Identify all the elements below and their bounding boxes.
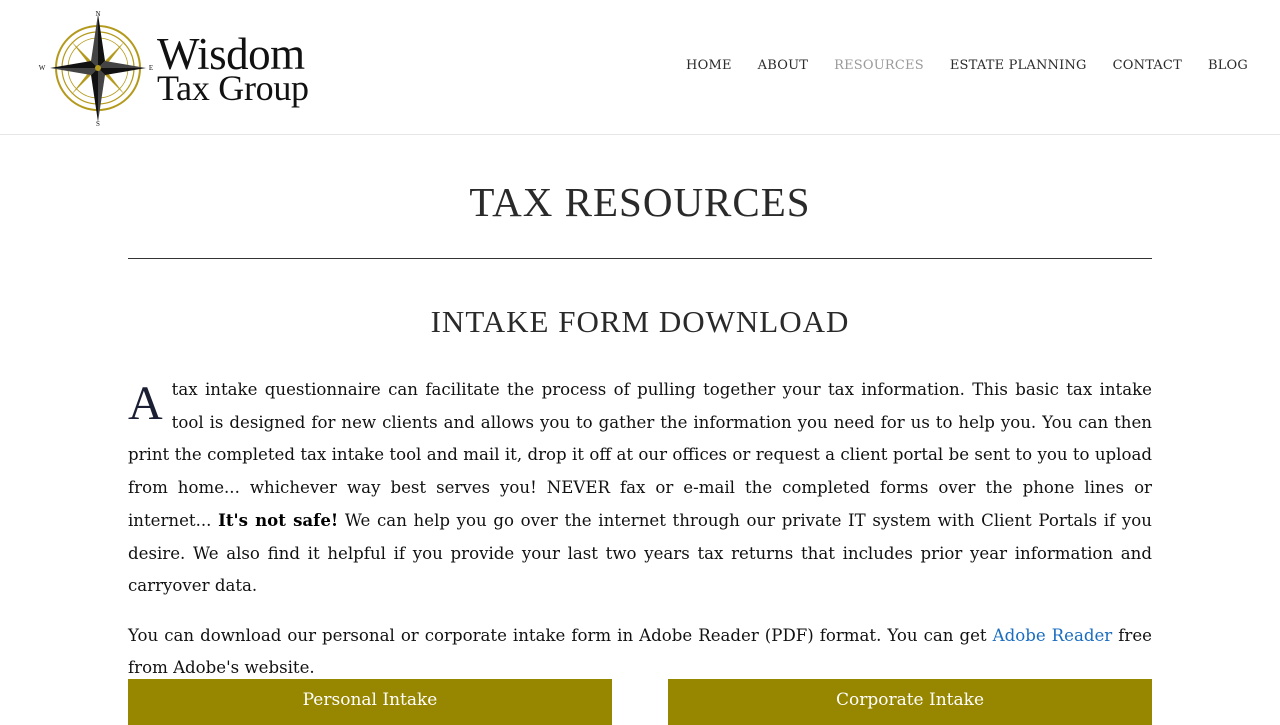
compass-e-label: E — [149, 64, 153, 72]
nav-estate-planning[interactable]: ESTATE PLANNING — [950, 58, 1087, 73]
compass-s-label: S — [96, 120, 100, 128]
site-header: N S W E Wisdom Tax Group HOME ABOUT RESO… — [0, 0, 1280, 135]
compass-w-label: W — [39, 64, 46, 72]
title-divider — [128, 258, 1152, 259]
adobe-reader-link[interactable]: Adobe Reader — [993, 626, 1113, 645]
nav-contact[interactable]: CONTACT — [1113, 58, 1182, 73]
intro-text-1: tax intake questionnaire can facilitate … — [128, 380, 1152, 530]
intro-content: Atax intake questionnaire can facilitate… — [128, 374, 1152, 685]
logo-line2: Tax Group — [157, 68, 309, 108]
nav-home[interactable]: HOME — [686, 58, 732, 73]
corporate-intake-button[interactable]: Corporate Intake — [668, 679, 1152, 725]
main-nav: HOME ABOUT RESOURCES ESTATE PLANNING CON… — [686, 58, 1248, 73]
site-logo[interactable]: N S W E Wisdom Tax Group — [38, 8, 338, 128]
personal-intake-button[interactable]: Personal Intake — [128, 679, 612, 725]
drop-cap: A — [128, 377, 163, 430]
compass-rose-icon: N S W E — [39, 10, 153, 128]
compass-n-label: N — [95, 10, 100, 18]
page-title: TAX RESOURCES — [469, 179, 811, 225]
section-title: INTAKE FORM DOWNLOAD — [430, 304, 850, 339]
nav-blog[interactable]: BLOG — [1208, 58, 1248, 73]
nav-about[interactable]: ABOUT — [758, 58, 808, 73]
nav-resources[interactable]: RESOURCES — [834, 58, 924, 73]
warning-text: It's not safe! — [218, 510, 339, 530]
intro-paragraph: Atax intake questionnaire can facilitate… — [128, 374, 1152, 603]
download-text-1: You can download our personal or corpora… — [128, 625, 987, 645]
download-paragraph: You can download our personal or corpora… — [128, 620, 1152, 685]
